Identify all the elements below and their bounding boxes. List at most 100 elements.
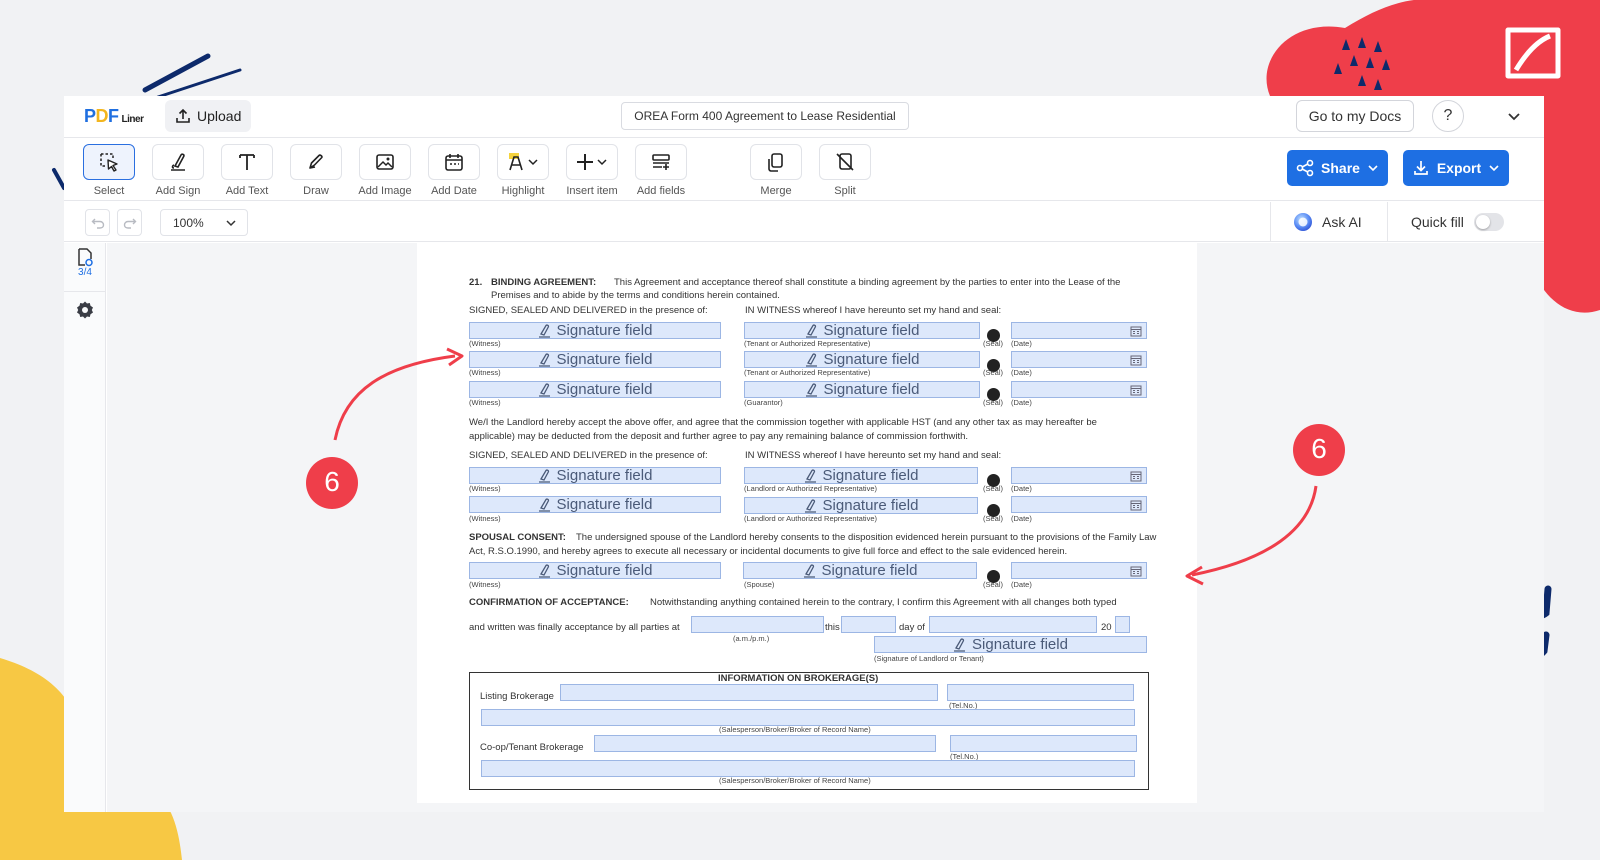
zoom-select[interactable]: 100% [160,209,248,236]
coop-brokerage-field[interactable] [594,735,936,752]
tenant-rep-label: (Tenant or Authorized Representative) [744,339,871,348]
signature-field[interactable]: Signature field [469,322,721,339]
tool-insert-item[interactable]: Insert item [564,144,620,197]
signature-field[interactable]: Signature field [469,496,721,513]
quick-fill: Quick fill [1411,210,1504,234]
divider [1387,202,1388,242]
tool-add-date[interactable]: Add Date [426,144,482,197]
pen-sign-icon [538,468,550,483]
salesperson-label: (Salesperson/Broker/Broker of Record Nam… [719,776,871,785]
tool-draw-label: Draw [303,185,329,197]
date-field[interactable] [1011,562,1147,579]
month-field[interactable] [929,616,1097,633]
help-button[interactable]: ? [1432,100,1464,132]
signed-sealed-text: SIGNED, SEALED AND DELIVERED in the pres… [469,305,708,316]
signature-field-label: Signature field [823,381,920,398]
date-field[interactable] [1011,322,1147,339]
logo-subtitle: Liner [121,114,144,125]
date-field[interactable] [1011,496,1147,513]
tool-select[interactable]: Select [81,144,137,197]
signature-field[interactable]: Signature field [744,351,980,368]
chevron-down-icon [1368,165,1378,172]
upload-icon [176,108,190,123]
undo-button[interactable] [85,209,110,236]
coop-salesperson-field[interactable] [481,760,1135,777]
listing-tel-field[interactable] [947,684,1134,701]
signature-field[interactable]: Signature field [744,381,980,398]
tool-add-text-label: Add Text [225,185,269,197]
divider [1270,202,1271,242]
tool-split[interactable]: Split [817,144,873,197]
chevron-down-icon[interactable] [1504,106,1524,126]
confirm-title: CONFIRMATION OF ACCEPTANCE: [469,597,629,608]
spousal-text: Act, R.S.O.1990, and hereby agrees to ex… [469,546,1068,557]
image-icon [376,154,394,170]
confirm-text: and written was finally acceptance by al… [469,622,680,633]
tool-add-fields[interactable]: Add fields [633,144,689,197]
go-to-docs-button[interactable]: Go to my Docs [1296,100,1414,132]
ask-ai-button[interactable]: Ask AI [1293,210,1362,234]
tool-merge[interactable]: Merge [748,144,804,197]
tool-add-sign[interactable]: Add Sign [150,144,206,197]
tool-add-text[interactable]: Add Text [219,144,275,197]
select-icon [100,153,118,172]
tool-insert-item-label: Insert item [566,185,618,197]
merge-icon [768,153,783,172]
redo-button[interactable] [117,209,142,236]
signature-field[interactable]: Signature field [744,322,980,339]
listing-salesperson-field[interactable] [481,709,1135,726]
redo-icon [123,218,136,229]
pen-sign-icon [538,563,550,578]
signature-field[interactable]: Signature field [744,467,978,484]
time-field[interactable] [691,616,824,633]
date-field[interactable] [1011,351,1147,368]
signature-field[interactable]: Signature field [874,636,1147,653]
calendar-icon [1130,355,1142,366]
signature-field-label: Signature field [556,351,653,368]
tool-draw[interactable]: Draw [288,144,344,197]
signature-field[interactable]: Signature field [469,381,721,398]
pen-sign-icon [803,563,815,578]
calendar-icon [1130,326,1142,337]
day-field[interactable] [841,616,896,633]
tool-merge-label: Merge [760,185,792,197]
signature-field-label: Signature field [556,467,653,484]
toolbar: Select Add Sign Add Text Draw Add Image … [64,139,1544,201]
guarantor-label: (Guarantor) [744,398,783,407]
signature-field[interactable]: Signature field [469,467,721,484]
pages-button[interactable]: 3/4 [64,247,106,287]
listing-brokerage-field[interactable] [560,684,938,701]
year-prefix: 20 [1101,622,1112,633]
tool-highlight[interactable]: Highlight [495,144,551,197]
tool-add-image[interactable]: Add Image [357,144,413,197]
quick-fill-toggle[interactable] [1473,213,1504,231]
signature-field-label: Signature field [822,497,919,514]
date-label: (Date) [1011,339,1032,348]
pen-sign-icon [954,637,966,652]
upload-button[interactable]: Upload [165,100,252,132]
tool-select-label: Select [93,185,125,197]
coop-tel-field[interactable] [950,735,1137,752]
pdfliner-logo[interactable]: P D F Liner [84,106,144,127]
pen-sign-icon [805,382,817,397]
landlord-rep-label: (Landlord or Authorized Representative) [744,514,877,523]
signature-field[interactable]: Signature field [469,562,721,579]
page-indicator: 3/4 [78,267,92,278]
export-button[interactable]: Export [1403,150,1509,186]
pen-sign-icon [804,468,816,483]
logo-letter-f: F [108,106,119,126]
settings-button[interactable] [64,291,106,327]
date-field[interactable] [1011,381,1147,398]
document-title[interactable]: OREA Form 400 Agreement to Lease Residen… [621,102,909,130]
ai-orb-icon [1294,213,1312,231]
year-field[interactable] [1115,616,1130,633]
signature-field[interactable]: Signature field [743,562,977,579]
plus-icon [577,154,607,170]
signature-field[interactable]: Signature field [744,497,978,514]
landlord-text: applicable) may be deducted from the dep… [469,431,969,442]
tool-add-date-label: Add Date [431,185,477,197]
signature-field[interactable]: Signature field [469,351,721,368]
share-button[interactable]: Share [1287,150,1388,186]
calendar-icon [1130,471,1142,482]
date-field[interactable] [1011,467,1147,484]
